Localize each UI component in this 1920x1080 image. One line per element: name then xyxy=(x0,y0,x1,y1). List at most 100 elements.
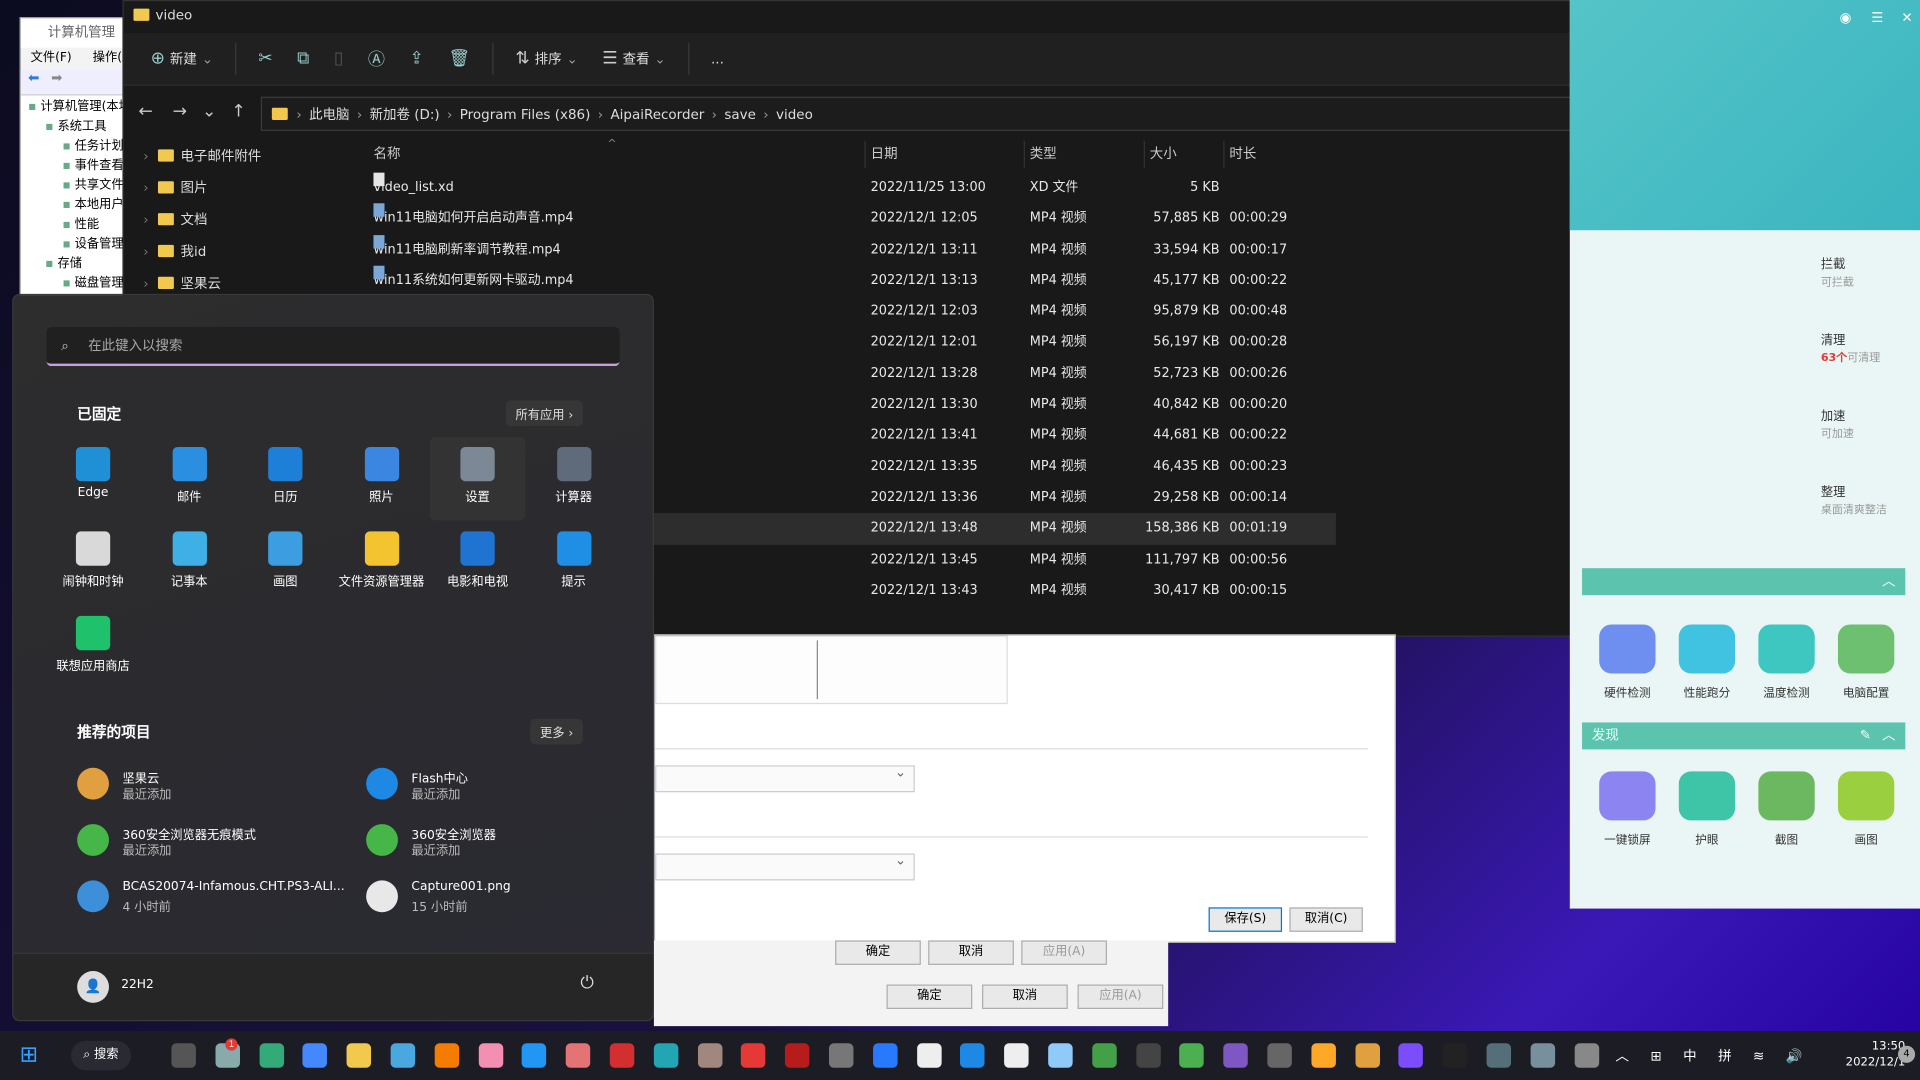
taskbar-search-button[interactable]: ⌕ 搜索 xyxy=(71,1040,131,1071)
remote-desktop-icon[interactable] xyxy=(872,1043,898,1068)
feature-item[interactable]: 加速 可加速 xyxy=(1821,409,1887,443)
screenshot-scissors-icon[interactable] xyxy=(1758,771,1815,821)
breadcrumb-item[interactable]: video xyxy=(776,107,813,123)
sort-button[interactable]: ⇅ 排序 ⌄ xyxy=(506,44,588,73)
pinned-app[interactable]: 记事本 xyxy=(141,522,237,605)
recommended-item[interactable]: Capture001.png 15 小时前 xyxy=(366,878,635,922)
pinned-app[interactable]: 计算器 xyxy=(526,437,622,520)
nutstore-icon[interactable] xyxy=(1355,1043,1380,1068)
app-icon[interactable] xyxy=(609,1043,635,1068)
chevron-right-icon[interactable]: › xyxy=(357,107,362,123)
ball-icon[interactable] xyxy=(1311,1043,1336,1068)
feature-item[interactable]: 拦截 可拦截 xyxy=(1821,257,1887,291)
chevron-right-icon[interactable]: › xyxy=(447,107,452,123)
ok-button-2[interactable]: 确定 xyxy=(886,984,973,1009)
pinned-app[interactable]: 电影和电视 xyxy=(430,522,526,605)
chevron-right-icon[interactable]: › xyxy=(143,148,148,164)
benchmark-icon[interactable] xyxy=(1678,624,1736,674)
collapse-chevron-icon[interactable]: ︿ xyxy=(1882,722,1895,749)
360-icon[interactable] xyxy=(1179,1043,1205,1068)
share-button[interactable]: ⇪ xyxy=(400,44,434,73)
column-size[interactable]: 大小 xyxy=(1143,140,1177,168)
clock[interactable]: 13:50 2022/12/1 xyxy=(1846,1038,1906,1070)
qq-icon[interactable] xyxy=(1442,1043,1468,1068)
mail-app-icon[interactable] xyxy=(302,1043,328,1068)
media-app-icon[interactable] xyxy=(478,1043,503,1068)
feature-item[interactable]: 整理 桌面清爽整洁 xyxy=(1821,485,1887,519)
thermometer-icon[interactable] xyxy=(1758,624,1815,674)
pinned-app[interactable]: 闹钟和时钟 xyxy=(45,522,141,605)
tools-section-bar[interactable]: ︿ xyxy=(1582,568,1906,596)
dropdown-2[interactable] xyxy=(655,852,915,881)
nav-item[interactable]: › 图片 xyxy=(124,173,344,205)
cancel-button-2[interactable]: 取消 xyxy=(982,984,1068,1009)
lock-screen-icon[interactable] xyxy=(1599,771,1656,821)
all-apps-button[interactable]: 所有应用 › xyxy=(505,400,584,427)
chevron-right-icon[interactable]: › xyxy=(143,276,148,292)
document-icon[interactable] xyxy=(1004,1043,1029,1068)
tool-label[interactable]: 截图 xyxy=(1744,830,1830,847)
tool-label[interactable]: 一键锁屏 xyxy=(1585,830,1671,847)
recommended-item[interactable]: Flash中心 最近添加 xyxy=(366,765,635,809)
breadcrumb-item[interactable]: save xyxy=(724,107,756,123)
file-row[interactable]: video_list.xd 2022/11/25 13:00 XD 文件 5 KB xyxy=(356,172,1336,204)
start-search-input[interactable]: ⌕ 在此键入以搜索 xyxy=(46,326,620,367)
breadcrumb-item[interactable]: 新加卷 (D:) xyxy=(370,107,440,123)
user-icon[interactable]: ◉ xyxy=(1840,10,1852,26)
paint-icon[interactable] xyxy=(1837,771,1895,821)
feature-item[interactable]: 清理 63个可清理 xyxy=(1821,333,1887,367)
save-button[interactable]: 保存(S) xyxy=(1208,907,1283,932)
rename-button[interactable]: Ⓐ xyxy=(358,42,395,76)
ime-mode[interactable]: 拼 xyxy=(1718,1048,1731,1064)
menu-icon[interactable]: ☰ xyxy=(1871,10,1883,26)
nav-item[interactable]: › 电子邮件附件 xyxy=(124,141,344,173)
breadcrumb-item[interactable]: AipaiRecorder xyxy=(610,107,704,123)
feather-icon[interactable] xyxy=(1267,1043,1292,1068)
recommended-item[interactable]: 坚果云 最近添加 xyxy=(77,765,346,809)
pinned-app[interactable]: 照片 xyxy=(334,437,430,520)
collapse-chevron-icon[interactable]: ︿ xyxy=(1882,568,1895,595)
notification-badge[interactable]: 4 xyxy=(1897,1045,1916,1063)
power-icon[interactable]: ⏻ xyxy=(580,973,594,993)
user-avatar[interactable]: 👤 xyxy=(77,971,109,1003)
chevron-right-icon[interactable]: › xyxy=(143,212,148,228)
tray-overflow-chevron-icon[interactable]: ︿ xyxy=(1616,1048,1629,1064)
chevron-right-icon[interactable]: › xyxy=(143,244,148,260)
file-row[interactable]: win11系统如何更新网卡驱动.mp4 2022/12/1 13:13 MP4 视频… xyxy=(356,265,1336,297)
tool-label[interactable]: 硬件检测 xyxy=(1585,683,1671,700)
recommended-item[interactable]: BCAS20074-Infamous.CHT.PS3-ALI... 4 小时前 xyxy=(77,878,346,922)
column-name[interactable]: 名称 xyxy=(373,141,400,168)
start-windows-icon[interactable]: ⊞ xyxy=(20,1043,44,1067)
chevron-right-icon[interactable]: › xyxy=(712,107,717,123)
pinned-app[interactable]: 画图 xyxy=(238,522,334,605)
text-icon[interactable] xyxy=(1223,1043,1248,1068)
pinned-app[interactable]: 邮件 xyxy=(141,437,237,520)
notepad-icon[interactable] xyxy=(390,1043,416,1068)
chat-icon[interactable] xyxy=(1398,1043,1424,1068)
spreadsheet-icon[interactable] xyxy=(1092,1043,1117,1068)
delete-button[interactable]: 🗑 xyxy=(439,44,480,73)
recommended-item[interactable]: 360安全浏览器 最近添加 xyxy=(366,822,635,866)
volume-icon[interactable]: 🔊 xyxy=(1786,1048,1803,1064)
game-controller-icon[interactable] xyxy=(1135,1043,1161,1068)
paste-button[interactable]: ▯ xyxy=(324,44,353,73)
tool-label[interactable]: 性能跑分 xyxy=(1664,683,1750,700)
copy-button[interactable]: ⧉ xyxy=(287,44,319,73)
obs-icon[interactable] xyxy=(828,1043,854,1068)
windows-security-icon[interactable]: ⊞ xyxy=(1650,1048,1661,1064)
pc-config-icon[interactable] xyxy=(1837,624,1895,674)
pinned-app[interactable]: 提示 xyxy=(526,522,622,605)
edit-icon[interactable]: ✎ xyxy=(1860,722,1871,749)
chevron-right-icon[interactable]: › xyxy=(296,107,301,123)
dropdown-1[interactable] xyxy=(655,764,915,793)
more-button[interactable]: 更多 › xyxy=(530,718,584,745)
forward-arrow-icon[interactable]: ➡ xyxy=(51,70,62,86)
tool-label[interactable]: 温度检测 xyxy=(1744,683,1830,700)
recent-chevron-icon[interactable]: ⌄ xyxy=(202,102,216,122)
file-icon[interactable] xyxy=(916,1043,942,1068)
menu-file[interactable]: 文件(F) xyxy=(31,51,72,64)
discover-section-bar[interactable]: 发现 ✎ ︿ xyxy=(1582,722,1906,750)
apply-button-2[interactable]: 应用(A) xyxy=(1077,984,1164,1009)
cancel-button[interactable]: 取消(C) xyxy=(1289,907,1363,932)
hardware-check-icon[interactable] xyxy=(1599,624,1656,674)
